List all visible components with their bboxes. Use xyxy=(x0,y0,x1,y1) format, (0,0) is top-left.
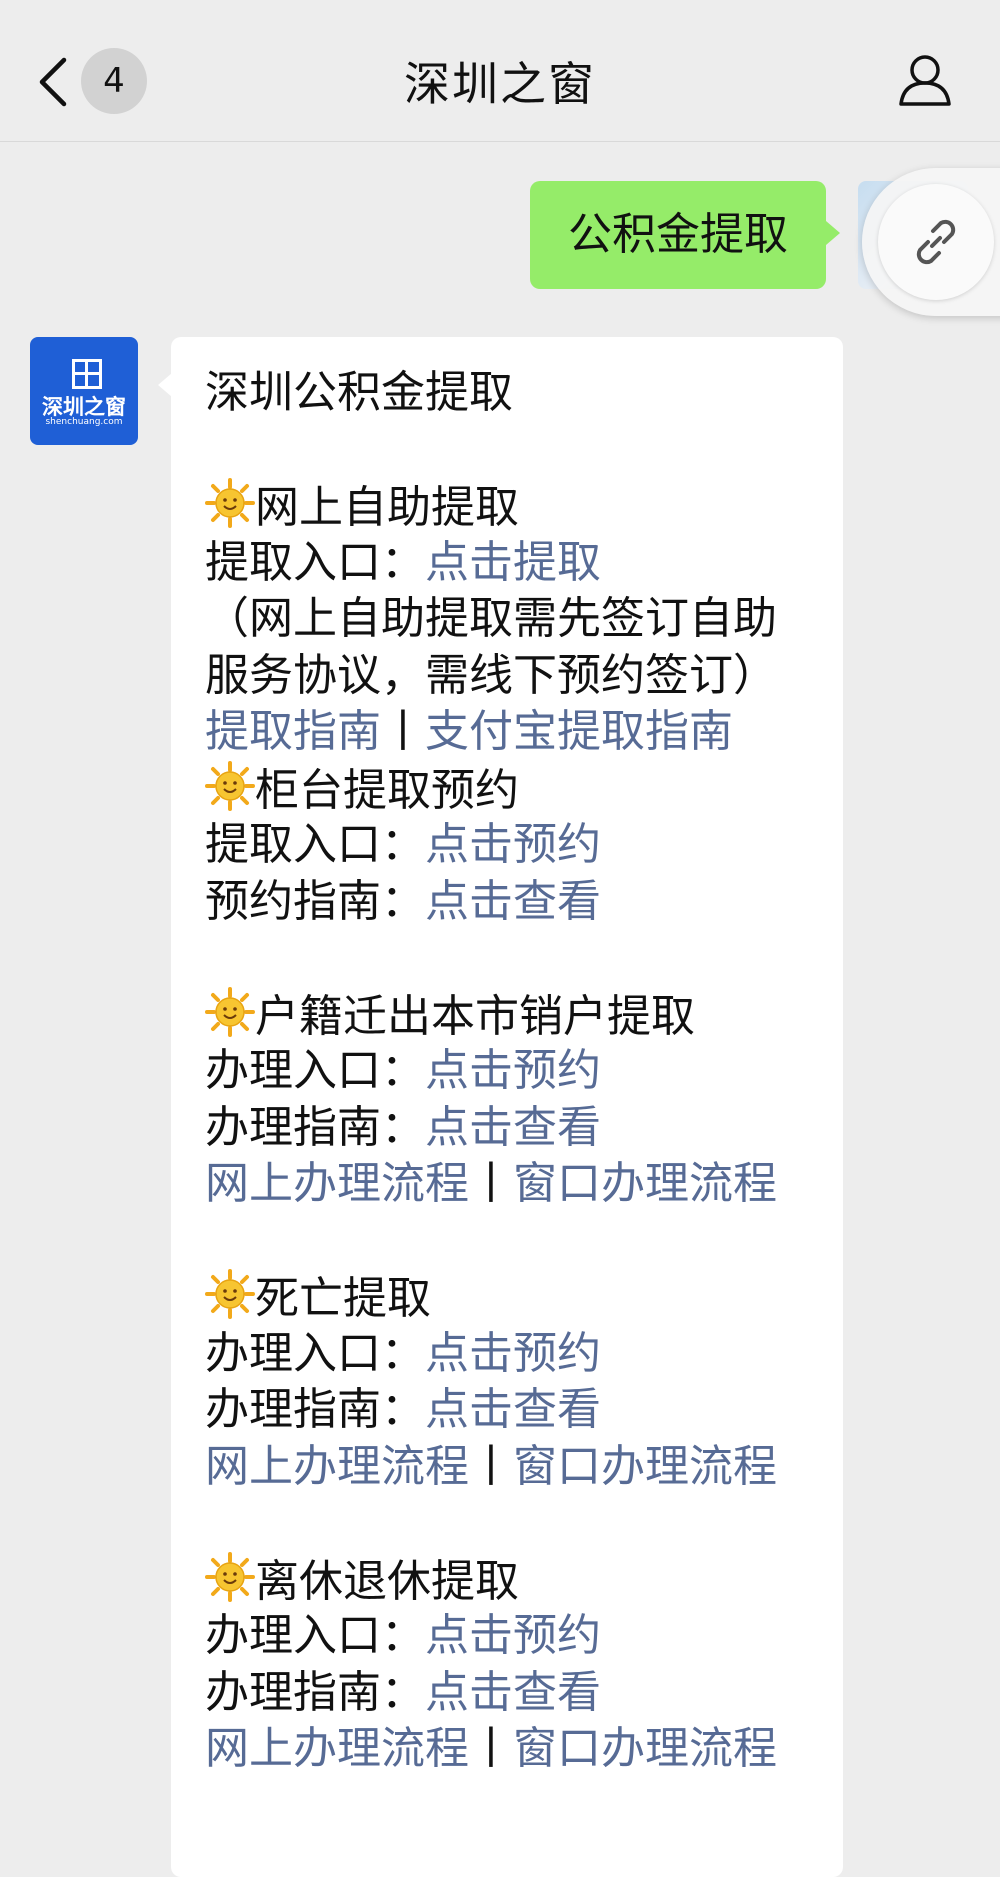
guide-links-row: 提取指南丨支付宝提取指南 xyxy=(205,704,825,761)
note-line: 服务协议，需线下预约签订） xyxy=(205,649,777,701)
online-process-link[interactable]: 网上办理流程 xyxy=(205,1723,469,1774)
window-process-link[interactable]: 窗口办理流程 xyxy=(513,1158,777,1209)
section-heading: 死亡提取 xyxy=(205,1269,825,1326)
appointment-link[interactable]: 点击预约 xyxy=(425,1610,601,1661)
withdraw-guide-link[interactable]: 提取指南 xyxy=(205,706,381,757)
guide-row: 办理指南：点击查看 xyxy=(205,1382,825,1439)
process-links-row: 网上办理流程丨窗口办理流程 xyxy=(205,1721,825,1778)
entry-label: 办理入口： xyxy=(205,1327,425,1379)
message-title: 深圳公积金提取 xyxy=(205,367,513,418)
entry-label: 办理入口： xyxy=(205,1610,425,1661)
sun-emoji-icon xyxy=(205,760,255,811)
section-heading-text: 柜台提取预约 xyxy=(255,764,519,816)
sun-emoji-icon xyxy=(205,478,255,528)
sun-emoji-icon xyxy=(205,986,255,1037)
section-heading: 柜台提取预约 xyxy=(205,760,825,818)
sun-emoji-icon xyxy=(205,1269,255,1319)
sender-logo-domain: shenchuang.com xyxy=(45,417,123,427)
separator: 丨 xyxy=(469,1723,513,1774)
appointment-link[interactable]: 点击预约 xyxy=(425,1045,601,1096)
outgoing-message-bubble[interactable]: 公积金提取 xyxy=(530,181,840,289)
guide-row: 预约指南：点击查看 xyxy=(205,874,825,931)
entry-row: 提取入口：点击预约 xyxy=(205,817,825,874)
guide-label: 办理指南： xyxy=(205,1666,425,1718)
entry-row: 提取入口：点击提取 xyxy=(205,535,825,592)
guide-label: 办理指南： xyxy=(205,1384,425,1435)
sun-emoji-icon xyxy=(205,1551,255,1602)
appointment-link[interactable]: 点击预约 xyxy=(425,1328,601,1379)
online-process-link[interactable]: 网上办理流程 xyxy=(205,1441,469,1492)
link-button-circle xyxy=(878,184,994,300)
separator: 丨 xyxy=(469,1440,513,1492)
sender-avatar[interactable]: 深圳之窗 shenchuang.com xyxy=(30,337,138,445)
view-guide-link[interactable]: 点击查看 xyxy=(425,1667,601,1718)
section-heading: 网上自助提取 xyxy=(205,478,825,535)
separator: 丨 xyxy=(469,1158,513,1209)
window-logo-icon xyxy=(72,359,102,389)
incoming-message-bubble: 深圳公积金提取 网上自助提取 提取入口：点击提取 （网上自助提取需先签订自助 服… xyxy=(158,337,843,1877)
online-process-link[interactable]: 网上办理流程 xyxy=(205,1158,469,1209)
message-content: 深圳公积金提取 网上自助提取 提取入口：点击提取 （网上自助提取需先签订自助 服… xyxy=(205,365,825,1778)
guide-row: 办理指南：点击查看 xyxy=(205,1665,825,1722)
window-process-link[interactable]: 窗口办理流程 xyxy=(513,1441,777,1492)
guide-label: 预约指南： xyxy=(205,875,425,927)
link-icon xyxy=(916,219,956,265)
section-heading-text: 离休退休提取 xyxy=(255,1555,519,1607)
view-guide-link[interactable]: 点击查看 xyxy=(425,1384,601,1435)
process-links-row: 网上办理流程丨窗口办理流程 xyxy=(205,1439,825,1496)
separator: 丨 xyxy=(381,706,425,757)
guide-row: 办理指南：点击查看 xyxy=(205,1100,825,1157)
view-guide-link[interactable]: 点击查看 xyxy=(425,876,601,927)
entry-row: 办理入口：点击预约 xyxy=(205,1608,825,1665)
entry-label: 提取入口： xyxy=(205,536,425,588)
window-process-link[interactable]: 窗口办理流程 xyxy=(513,1723,777,1774)
appointment-link[interactable]: 点击预约 xyxy=(425,819,601,870)
section-heading: 离休退休提取 xyxy=(205,1551,825,1609)
entry-label: 办理入口： xyxy=(205,1045,425,1096)
entry-row: 办理入口：点击预约 xyxy=(205,1326,825,1383)
section-heading: 户籍迁出本市销户提取 xyxy=(205,986,825,1044)
guide-label: 办理指南： xyxy=(205,1101,425,1153)
note-line: （网上自助提取需先签订自助 xyxy=(205,593,777,644)
floating-link-button[interactable] xyxy=(862,168,1000,316)
top-bar: 4 深圳之窗 xyxy=(0,0,1000,142)
alipay-guide-link[interactable]: 支付宝提取指南 xyxy=(425,706,733,757)
section-heading-text: 死亡提取 xyxy=(255,1273,431,1324)
process-links-row: 网上办理流程丨窗口办理流程 xyxy=(205,1156,825,1213)
entry-label: 提取入口： xyxy=(205,819,425,870)
section-heading-text: 网上自助提取 xyxy=(255,482,519,533)
withdraw-link[interactable]: 点击提取 xyxy=(425,537,601,588)
entry-row: 办理入口：点击预约 xyxy=(205,1043,825,1100)
view-guide-link[interactable]: 点击查看 xyxy=(425,1102,601,1153)
user-icon xyxy=(899,55,951,106)
profile-button[interactable] xyxy=(897,52,953,108)
section-heading-text: 户籍迁出本市销户提取 xyxy=(255,990,695,1042)
chat-title: 深圳之窗 xyxy=(404,57,596,111)
